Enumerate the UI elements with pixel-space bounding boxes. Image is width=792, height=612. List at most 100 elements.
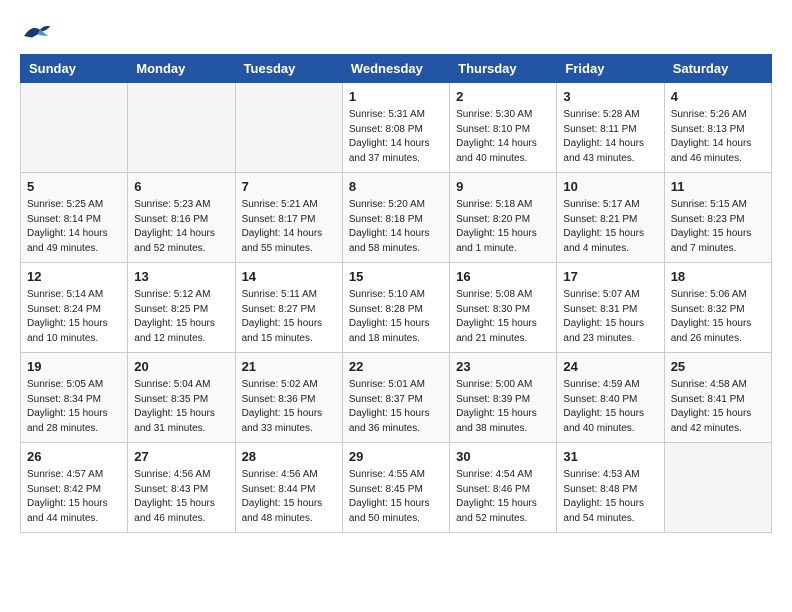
weekday-header: Sunday — [21, 55, 128, 83]
day-info: Sunrise: 5:00 AM Sunset: 8:39 PM Dayligh… — [456, 378, 550, 436]
day-number: 22 — [349, 358, 443, 376]
calendar-cell — [21, 83, 128, 173]
weekday-header: Monday — [128, 55, 235, 83]
calendar-cell: 27 Sunrise: 4:56 AM Sunset: 8:43 PM Dayli… — [128, 443, 235, 533]
calendar-cell: 28 Sunrise: 4:56 AM Sunset: 8:44 PM Dayli… — [235, 443, 342, 533]
day-info: Sunrise: 4:59 AM Sunset: 8:40 PM Dayligh… — [563, 378, 657, 436]
calendar-cell: 15 Sunrise: 5:10 AM Sunset: 8:28 PM Dayli… — [342, 263, 449, 353]
day-info: Sunrise: 5:23 AM Sunset: 8:16 PM Dayligh… — [134, 198, 228, 256]
calendar-cell: 21 Sunrise: 5:02 AM Sunset: 8:36 PM Dayli… — [235, 353, 342, 443]
day-info: Sunrise: 4:54 AM Sunset: 8:46 PM Dayligh… — [456, 468, 550, 526]
day-info: Sunrise: 5:28 AM Sunset: 8:11 PM Dayligh… — [563, 108, 657, 166]
calendar-cell: 4 Sunrise: 5:26 AM Sunset: 8:13 PM Daylig… — [664, 83, 771, 173]
day-number: 15 — [349, 268, 443, 286]
day-number: 2 — [456, 88, 550, 106]
calendar-week-row: 12 Sunrise: 5:14 AM Sunset: 8:24 PM Dayli… — [21, 263, 772, 353]
calendar-cell: 29Sunrise: 4:55 AM Sunset: 8:45 PM Dayli… — [342, 443, 449, 533]
calendar-cell: 12 Sunrise: 5:14 AM Sunset: 8:24 PM Dayli… — [21, 263, 128, 353]
calendar-cell: 22 Sunrise: 5:01 AM Sunset: 8:37 PM Dayli… — [342, 353, 449, 443]
day-info: Sunrise: 4:58 AM Sunset: 8:41 PM Dayligh… — [671, 378, 765, 436]
calendar-cell — [235, 83, 342, 173]
day-info: Sunrise: 5:07 AM Sunset: 8:31 PM Dayligh… — [563, 288, 657, 346]
calendar-week-row: 19 Sunrise: 5:05 AM Sunset: 8:34 PM Dayli… — [21, 353, 772, 443]
day-number: 19 — [27, 358, 121, 376]
day-info: Sunrise: 5:15 AM Sunset: 8:23 PM Dayligh… — [671, 198, 765, 256]
calendar-cell: 3 Sunrise: 5:28 AM Sunset: 8:11 PM Daylig… — [557, 83, 664, 173]
day-info: Sunrise: 4:53 AM Sunset: 8:48 PM Dayligh… — [563, 468, 657, 526]
calendar-cell: 8 Sunrise: 5:20 AM Sunset: 8:18 PM Daylig… — [342, 173, 449, 263]
calendar-cell: 14Sunrise: 5:11 AM Sunset: 8:27 PM Dayli… — [235, 263, 342, 353]
calendar-cell: 1Sunrise: 5:31 AM Sunset: 8:08 PM Daylig… — [342, 83, 449, 173]
calendar-cell: 31 Sunrise: 4:53 AM Sunset: 8:48 PM Dayli… — [557, 443, 664, 533]
calendar-cell: 2 Sunrise: 5:30 AM Sunset: 8:10 PM Daylig… — [450, 83, 557, 173]
weekday-header: Saturday — [664, 55, 771, 83]
day-info: Sunrise: 5:25 AM Sunset: 8:14 PM Dayligh… — [27, 198, 121, 256]
day-number: 17 — [563, 268, 657, 286]
day-number: 30 — [456, 448, 550, 466]
day-info: Sunrise: 5:05 AM Sunset: 8:34 PM Dayligh… — [27, 378, 121, 436]
day-info: Sunrise: 4:57 AM Sunset: 8:42 PM Dayligh… — [27, 468, 121, 526]
calendar-cell: 18Sunrise: 5:06 AM Sunset: 8:32 PM Dayli… — [664, 263, 771, 353]
calendar-cell: 10 Sunrise: 5:17 AM Sunset: 8:21 PM Dayli… — [557, 173, 664, 263]
calendar-cell: 25 Sunrise: 4:58 AM Sunset: 8:41 PM Dayli… — [664, 353, 771, 443]
day-info: Sunrise: 5:02 AM Sunset: 8:36 PM Dayligh… — [242, 378, 336, 436]
day-info: Sunrise: 4:56 AM Sunset: 8:43 PM Dayligh… — [134, 468, 228, 526]
calendar-cell: 16 Sunrise: 5:08 AM Sunset: 8:30 PM Dayli… — [450, 263, 557, 353]
day-info: Sunrise: 5:14 AM Sunset: 8:24 PM Dayligh… — [27, 288, 121, 346]
day-number: 25 — [671, 358, 765, 376]
day-number: 10 — [563, 178, 657, 196]
calendar-cell: 26Sunrise: 4:57 AM Sunset: 8:42 PM Dayli… — [21, 443, 128, 533]
logo-icon — [20, 20, 52, 44]
day-number: 11 — [671, 178, 765, 196]
calendar-cell: 19 Sunrise: 5:05 AM Sunset: 8:34 PM Dayli… — [21, 353, 128, 443]
day-info: Sunrise: 5:12 AM Sunset: 8:25 PM Dayligh… — [134, 288, 228, 346]
day-number: 28 — [242, 448, 336, 466]
calendar-cell: 7Sunrise: 5:21 AM Sunset: 8:17 PM Daylig… — [235, 173, 342, 263]
day-info: Sunrise: 5:26 AM Sunset: 8:13 PM Dayligh… — [671, 108, 765, 166]
day-info: Sunrise: 5:06 AM Sunset: 8:32 PM Dayligh… — [671, 288, 765, 346]
calendar-cell: 24 Sunrise: 4:59 AM Sunset: 8:40 PM Dayli… — [557, 353, 664, 443]
day-info: Sunrise: 4:56 AM Sunset: 8:44 PM Dayligh… — [242, 468, 336, 526]
calendar-cell — [128, 83, 235, 173]
day-number: 6 — [134, 178, 228, 196]
calendar-header-row: SundayMondayTuesdayWednesdayThursdayFrid… — [21, 55, 772, 83]
day-number: 7 — [242, 178, 336, 196]
day-number: 3 — [563, 88, 657, 106]
day-number: 14 — [242, 268, 336, 286]
day-number: 12 — [27, 268, 121, 286]
day-info: Sunrise: 5:01 AM Sunset: 8:37 PM Dayligh… — [349, 378, 443, 436]
calendar-week-row: 1Sunrise: 5:31 AM Sunset: 8:08 PM Daylig… — [21, 83, 772, 173]
day-number: 24 — [563, 358, 657, 376]
day-info: Sunrise: 5:30 AM Sunset: 8:10 PM Dayligh… — [456, 108, 550, 166]
weekday-header: Tuesday — [235, 55, 342, 83]
day-info: Sunrise: 5:20 AM Sunset: 8:18 PM Dayligh… — [349, 198, 443, 256]
weekday-header: Thursday — [450, 55, 557, 83]
calendar-cell: 5Sunrise: 5:25 AM Sunset: 8:14 PM Daylig… — [21, 173, 128, 263]
day-number: 13 — [134, 268, 228, 286]
calendar-cell: 13 Sunrise: 5:12 AM Sunset: 8:25 PM Dayli… — [128, 263, 235, 353]
page-header — [20, 20, 772, 44]
day-number: 9 — [456, 178, 550, 196]
day-number: 21 — [242, 358, 336, 376]
day-number: 16 — [456, 268, 550, 286]
calendar-cell: 6 Sunrise: 5:23 AM Sunset: 8:16 PM Daylig… — [128, 173, 235, 263]
day-number: 20 — [134, 358, 228, 376]
calendar-cell: 20 Sunrise: 5:04 AM Sunset: 8:35 PM Dayli… — [128, 353, 235, 443]
day-number: 27 — [134, 448, 228, 466]
day-number: 4 — [671, 88, 765, 106]
day-info: Sunrise: 5:17 AM Sunset: 8:21 PM Dayligh… — [563, 198, 657, 256]
day-number: 29 — [349, 448, 443, 466]
day-info: Sunrise: 5:10 AM Sunset: 8:28 PM Dayligh… — [349, 288, 443, 346]
weekday-header: Friday — [557, 55, 664, 83]
day-info: Sunrise: 5:08 AM Sunset: 8:30 PM Dayligh… — [456, 288, 550, 346]
day-number: 31 — [563, 448, 657, 466]
weekday-header: Wednesday — [342, 55, 449, 83]
calendar-table: SundayMondayTuesdayWednesdayThursdayFrid… — [20, 54, 772, 533]
day-info: Sunrise: 5:31 AM Sunset: 8:08 PM Dayligh… — [349, 108, 443, 166]
calendar-cell: 23Sunrise: 5:00 AM Sunset: 8:39 PM Dayli… — [450, 353, 557, 443]
day-number: 8 — [349, 178, 443, 196]
calendar-cell: 30 Sunrise: 4:54 AM Sunset: 8:46 PM Dayli… — [450, 443, 557, 533]
calendar-cell: 9Sunrise: 5:18 AM Sunset: 8:20 PM Daylig… — [450, 173, 557, 263]
day-info: Sunrise: 5:04 AM Sunset: 8:35 PM Dayligh… — [134, 378, 228, 436]
calendar-cell: 11 Sunrise: 5:15 AM Sunset: 8:23 PM Dayli… — [664, 173, 771, 263]
